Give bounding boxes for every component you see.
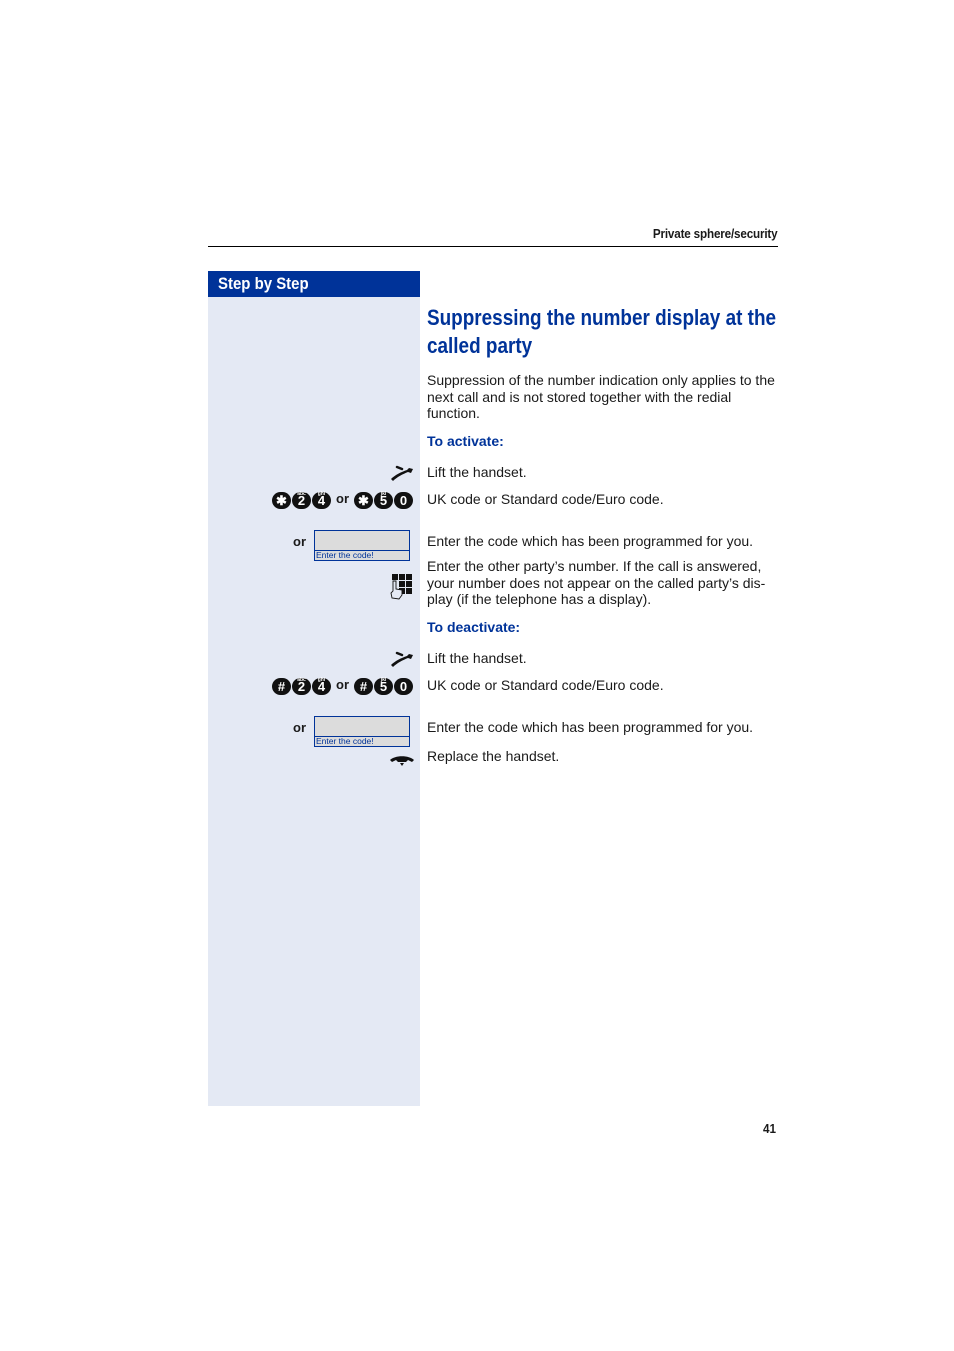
deactivate-heading: To deactivate:	[427, 619, 521, 635]
step-text: Enter the code which has been programmed…	[427, 719, 754, 735]
intro-paragraph: Suppression of the number indication onl…	[427, 372, 775, 421]
display-prompt: Enter the code!	[316, 736, 374, 746]
step-text: UK code or Standard code/Euro code.	[427, 677, 664, 693]
header-divider	[208, 246, 778, 247]
digit-5-key-icon: jkl 5	[374, 677, 393, 695]
digit-2-key-icon: abc 2	[292, 491, 311, 509]
section-title: Private sphere/security	[652, 226, 777, 241]
activate-heading: To activate:	[427, 433, 504, 449]
star-key-icon: ✱	[354, 492, 373, 509]
step-by-step-label: Step by Step	[218, 274, 309, 293]
page-title-line-1: Suppressing the number display at the	[427, 305, 777, 330]
or-label: or	[336, 677, 349, 692]
display-box: Enter the code!	[314, 716, 410, 747]
or-label: or	[336, 491, 349, 506]
page-number: 41	[763, 1121, 777, 1136]
activate-code-keys: ✱ abc 2 ghi 4 or ✱ jkl 5 0	[272, 491, 413, 509]
step-text: Enter the code which has been programmed…	[427, 533, 754, 549]
lift-handset-icon	[389, 650, 415, 673]
digit-0-key-icon: 0	[394, 678, 413, 695]
or-label: or	[293, 534, 306, 549]
step-text: Lift the handset.	[427, 650, 527, 666]
step-text: Enter the other party’s number. If the c…	[427, 558, 766, 607]
hash-key-icon: #	[354, 678, 373, 695]
deactivate-code-keys: # abc 2 ghi 4 or # jkl 5 0	[272, 677, 413, 695]
display-prompt: Enter the code!	[316, 550, 374, 560]
replace-handset-icon	[389, 753, 415, 772]
digit-0-key-icon: 0	[394, 492, 413, 509]
digit-4-key-icon: ghi 4	[312, 677, 331, 695]
display-box: Enter the code!	[314, 530, 410, 561]
hash-key-icon: #	[272, 678, 291, 695]
star-key-icon: ✱	[272, 492, 291, 509]
lift-handset-icon	[389, 464, 415, 487]
digit-2-key-icon: abc 2	[292, 677, 311, 695]
page-title: Suppressing the number display at the ca…	[427, 304, 788, 360]
step-by-step-heading: Step by Step	[208, 271, 420, 297]
page-title-line-2: called party	[427, 333, 533, 358]
or-label: or	[293, 720, 306, 735]
digit-4-key-icon: ghi 4	[312, 491, 331, 509]
step-text: Lift the handset.	[427, 464, 527, 480]
keypad-icon	[389, 573, 415, 606]
digit-5-key-icon: jkl 5	[374, 491, 393, 509]
step-text: UK code or Standard code/Euro code.	[427, 491, 664, 507]
step-text: Replace the handset.	[427, 748, 560, 764]
